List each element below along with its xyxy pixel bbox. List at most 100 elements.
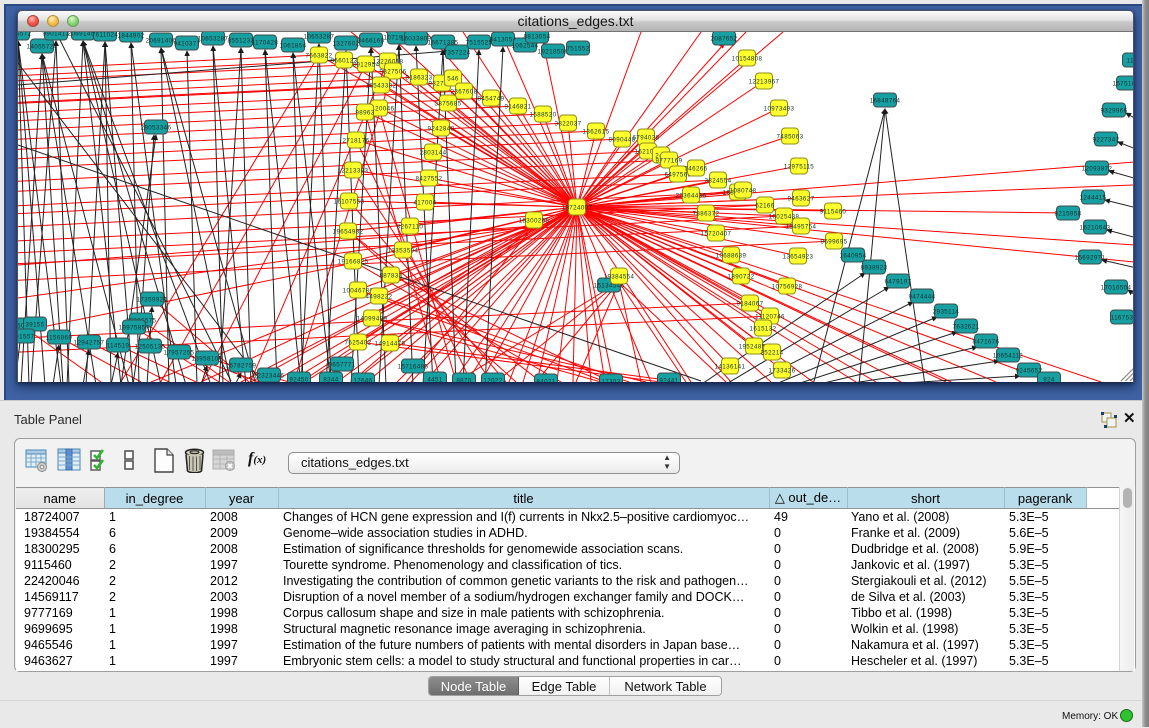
svg-text:2935114: 2935114 xyxy=(933,308,960,315)
svg-text:1733426: 1733426 xyxy=(769,367,796,374)
svg-text:1080748: 1080748 xyxy=(730,187,757,194)
svg-text:8813054: 8813054 xyxy=(524,33,551,40)
svg-text:8427552: 8427552 xyxy=(416,175,443,182)
svg-text:7625402: 7625402 xyxy=(345,339,372,346)
svg-text:3822037: 3822037 xyxy=(555,120,582,127)
svg-text:1117: 1117 xyxy=(1127,57,1133,64)
svg-text:1588520: 1588520 xyxy=(530,111,557,118)
svg-text:9242848: 9242848 xyxy=(428,125,455,132)
svg-text:8990448: 8990448 xyxy=(609,136,636,143)
svg-text:417004: 417004 xyxy=(413,199,436,206)
svg-text:15716485: 15716485 xyxy=(398,363,429,370)
svg-text:7632621: 7632621 xyxy=(953,323,980,330)
svg-text:16543382: 16543382 xyxy=(366,82,397,89)
svg-text:17957255: 17957255 xyxy=(164,349,195,356)
svg-text:1327602: 1327602 xyxy=(333,40,360,47)
svg-text:887833: 887833 xyxy=(379,272,402,279)
svg-text:1362615: 1362615 xyxy=(583,128,610,135)
svg-text:1405572: 1405572 xyxy=(18,32,32,37)
svg-text:8938923: 8938923 xyxy=(861,264,888,271)
svg-text:17646: 17646 xyxy=(353,377,372,382)
svg-text:9474444: 9474444 xyxy=(909,293,936,300)
svg-text:2718176: 2718176 xyxy=(343,137,370,144)
svg-text:28053346: 28053346 xyxy=(141,124,172,131)
svg-text:17016504: 17016504 xyxy=(1101,284,1132,291)
svg-text:10688639: 10688639 xyxy=(716,252,747,259)
svg-text:15692971: 15692971 xyxy=(1075,254,1106,261)
svg-text:391557: 391557 xyxy=(18,333,35,340)
svg-text:9327506: 9327506 xyxy=(380,68,407,75)
svg-text:7515525: 7515525 xyxy=(466,39,493,46)
svg-text:19975857: 19975857 xyxy=(119,324,150,331)
svg-text:14136141: 14136141 xyxy=(715,363,746,370)
svg-text:4451: 4451 xyxy=(427,376,443,382)
svg-text:7357224: 7357224 xyxy=(444,49,471,56)
svg-text:12022: 12022 xyxy=(483,377,502,382)
svg-text:6479197: 6479197 xyxy=(885,278,912,285)
svg-text:62166: 62166 xyxy=(755,202,774,209)
svg-text:12975115: 12975115 xyxy=(784,163,814,170)
svg-text:2367608: 2367608 xyxy=(451,88,478,95)
svg-text:10653287: 10653287 xyxy=(304,33,335,40)
svg-text:8267110: 8267110 xyxy=(397,223,424,230)
svg-text:19495754: 19495754 xyxy=(786,223,817,230)
svg-text:546: 546 xyxy=(447,75,459,82)
svg-text:1844902: 1844902 xyxy=(118,32,145,39)
svg-text:19218506: 19218506 xyxy=(538,48,569,55)
svg-text:10653287: 10653287 xyxy=(198,35,229,42)
svg-text:3875685: 3875685 xyxy=(435,100,462,107)
svg-text:14914479: 14914479 xyxy=(375,340,406,347)
svg-text:18300295: 18300295 xyxy=(519,217,550,224)
svg-text:11120746: 11120746 xyxy=(755,313,785,320)
svg-text:9410377: 9410377 xyxy=(174,40,201,47)
svg-text:17359924: 17359924 xyxy=(137,296,168,303)
svg-text:9657771: 9657771 xyxy=(329,361,356,368)
svg-text:15720407: 15720407 xyxy=(701,230,732,237)
svg-text:8870: 8870 xyxy=(456,377,472,382)
svg-text:16107553: 16107553 xyxy=(334,198,365,205)
svg-text:19166825: 19166825 xyxy=(338,258,369,265)
svg-text:98963: 98963 xyxy=(355,109,374,116)
svg-text:8466160: 8466160 xyxy=(358,37,385,44)
svg-text:20364436: 20364436 xyxy=(676,192,707,199)
svg-text:114519: 114519 xyxy=(107,342,130,349)
svg-text:14055724: 14055724 xyxy=(27,43,58,50)
svg-text:9227342: 9227342 xyxy=(1093,136,1120,143)
svg-text:9699695: 9699695 xyxy=(821,238,848,245)
svg-text:4498222: 4498222 xyxy=(366,293,393,300)
svg-text:9146821: 9146821 xyxy=(505,103,532,110)
svg-text:92441: 92441 xyxy=(659,377,678,382)
svg-text:13958107: 13958107 xyxy=(192,355,223,362)
svg-text:12213967: 12213967 xyxy=(749,78,780,85)
svg-text:19654982: 19654982 xyxy=(333,228,364,235)
svg-text:20691406: 20691406 xyxy=(146,37,177,44)
svg-text:2087652: 2087652 xyxy=(711,35,738,42)
svg-text:13353594: 13353594 xyxy=(388,247,419,254)
svg-text:12505135: 12505135 xyxy=(135,343,166,350)
svg-text:7663822: 7663822 xyxy=(306,52,333,59)
svg-text:84021: 84021 xyxy=(536,378,555,382)
svg-text:2803144: 2803144 xyxy=(420,149,447,156)
svg-text:1170428: 1170428 xyxy=(252,39,279,46)
svg-text:92450: 92450 xyxy=(289,376,308,382)
svg-text:12942757: 12942757 xyxy=(74,339,105,346)
svg-text:10756928: 10756928 xyxy=(772,283,803,290)
svg-text:10973493: 10973493 xyxy=(764,105,795,112)
svg-text:8344: 8344 xyxy=(323,376,339,382)
svg-text:6794028: 6794028 xyxy=(633,134,660,141)
svg-text:8215958: 8215958 xyxy=(1055,210,1082,217)
svg-text:16848764: 16848764 xyxy=(870,97,901,104)
svg-text:15751074: 15751074 xyxy=(1113,80,1133,87)
svg-text:7611024: 7611024 xyxy=(92,32,119,38)
svg-text:10654112: 10654112 xyxy=(993,352,1023,359)
svg-text:1156869: 1156869 xyxy=(46,334,73,341)
svg-text:1890722: 1890722 xyxy=(728,273,755,280)
svg-text:9901413: 9901413 xyxy=(43,32,70,37)
svg-text:7886372: 7886372 xyxy=(693,210,720,217)
svg-text:3824554: 3824554 xyxy=(705,177,732,184)
svg-text:746266: 746266 xyxy=(684,165,707,172)
svg-text:8551233: 8551233 xyxy=(228,37,255,44)
svg-text:924: 924 xyxy=(1043,376,1055,382)
svg-text:18724007: 18724007 xyxy=(562,204,593,211)
svg-text:12213383: 12213383 xyxy=(338,167,369,174)
